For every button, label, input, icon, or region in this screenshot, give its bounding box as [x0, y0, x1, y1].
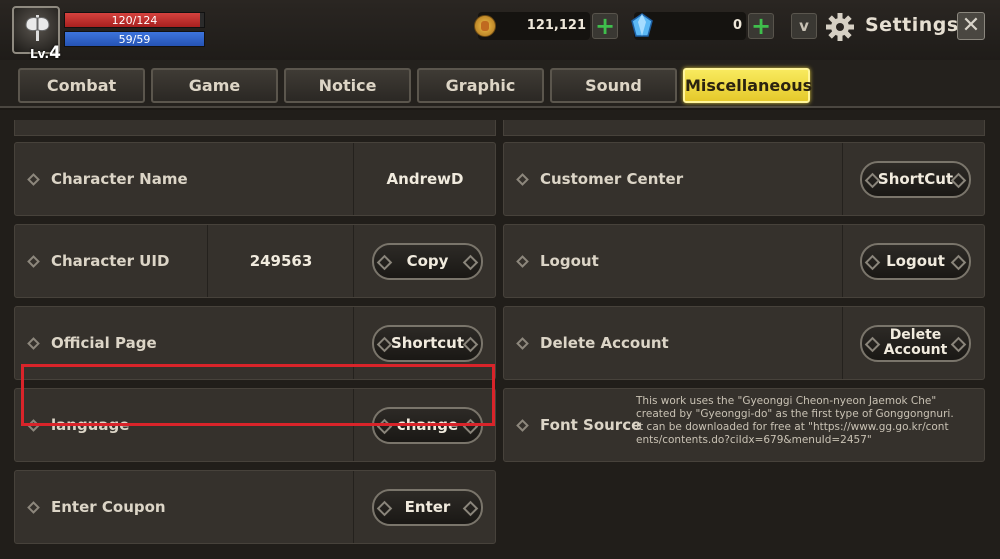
diamond-bullet-icon — [516, 255, 529, 268]
level-prefix: Lv. — [30, 47, 50, 61]
chevron-down-icon[interactable]: v — [791, 13, 817, 39]
copy-uid-button[interactable]: Copy — [372, 243, 483, 280]
character-name-label: Character Name — [51, 170, 188, 188]
tab-bar: Combat Game Notice Graphic Sound Miscell… — [0, 60, 1000, 108]
official-page-shortcut-button[interactable]: Shortcut — [372, 325, 483, 362]
change-language-button[interactable]: change — [372, 407, 483, 444]
logout-label: Logout — [540, 252, 599, 270]
delete-account-label: Delete Account — [540, 334, 669, 352]
close-icon[interactable]: ✕ — [957, 12, 985, 40]
font-source-label: Font Source — [540, 416, 642, 434]
font-source-line: ents/contents.do?ciIdx=679&menuId=2457" — [636, 434, 872, 446]
official-page-row: Official Page Shortcut — [14, 306, 496, 380]
mp-text: 59/59 — [118, 33, 151, 46]
tab-sound[interactable]: Sound — [550, 68, 677, 103]
hp-bar: 120/124 — [64, 12, 205, 28]
diamond-bullet-icon — [516, 337, 529, 350]
delete-account-row: Delete Account Delete Account — [503, 306, 985, 380]
character-uid-label: Character UID — [51, 252, 170, 270]
enter-coupon-label: Enter Coupon — [51, 498, 166, 516]
official-page-label: Official Page — [51, 334, 157, 352]
delete-account-button-line1: Delete — [889, 327, 942, 343]
tab-game[interactable]: Game — [151, 68, 278, 103]
diamond-bullet-icon — [27, 255, 40, 268]
diamond-bullet-icon — [27, 501, 40, 514]
gear-icon — [826, 13, 854, 41]
language-row: language change — [14, 388, 496, 462]
gold-coin-icon — [474, 15, 496, 37]
logout-button[interactable]: Logout — [860, 243, 971, 280]
character-uid-row: Character UID 249563 Copy — [14, 224, 496, 298]
mp-bar: 59/59 — [64, 31, 205, 47]
font-source-line: It can be downloaded for free at "https:… — [636, 421, 949, 433]
top-bar: Lv.4 120/124 59/59 121,121 + 0 + v Setti… — [0, 0, 1000, 63]
logout-row: Logout Logout — [503, 224, 985, 298]
gold-amount: 121,121 — [526, 18, 586, 33]
delete-account-button[interactable]: Delete Account — [860, 325, 971, 362]
character-uid-value: 249563 — [249, 252, 313, 270]
diamond-bullet-icon — [27, 337, 40, 350]
font-source-row: Font Source This work uses the "Gyeonggi… — [503, 388, 985, 462]
customer-center-label: Customer Center — [540, 170, 684, 188]
diamond-gem-icon — [631, 13, 653, 37]
diamond-bullet-icon — [516, 419, 529, 432]
delete-account-button-line2: Account — [883, 342, 948, 358]
tab-graphic[interactable]: Graphic — [417, 68, 544, 103]
avatar[interactable]: Lv.4 — [12, 6, 61, 63]
enter-coupon-button[interactable]: Enter — [372, 489, 483, 526]
settings-panel: Character Name AndrewD Character UID 249… — [0, 110, 1000, 559]
tab-combat[interactable]: Combat — [18, 68, 145, 103]
customer-center-row: Customer Center ShortCut — [503, 142, 985, 216]
page-title: Settings — [865, 14, 959, 36]
character-name-row: Character Name AndrewD — [14, 142, 496, 216]
diamond-bullet-icon — [27, 173, 40, 186]
gem-amount: 0 — [732, 18, 742, 33]
font-source-line: created by "Gyeonggi-do" as the first ty… — [636, 408, 954, 420]
add-gems-button[interactable]: + — [748, 13, 774, 39]
tab-miscellaneous[interactable]: Miscellaneous — [683, 68, 812, 103]
enter-coupon-row: Enter Coupon Enter — [14, 470, 496, 544]
customer-center-shortcut-button[interactable]: ShortCut — [860, 161, 971, 198]
add-gold-button[interactable]: + — [592, 13, 618, 39]
language-label: language — [51, 416, 130, 434]
tab-notice[interactable]: Notice — [284, 68, 411, 103]
font-source-line: This work uses the "Gyeonggi Cheon-nyeon… — [636, 395, 937, 407]
axe-icon — [25, 15, 50, 41]
diamond-bullet-icon — [516, 173, 529, 186]
hp-text: 120/124 — [111, 14, 158, 27]
diamond-bullet-icon — [27, 419, 40, 432]
font-source-text: This work uses the "Gyeonggi Cheon-nyeon… — [636, 395, 986, 447]
character-name-value: AndrewD — [386, 170, 464, 188]
